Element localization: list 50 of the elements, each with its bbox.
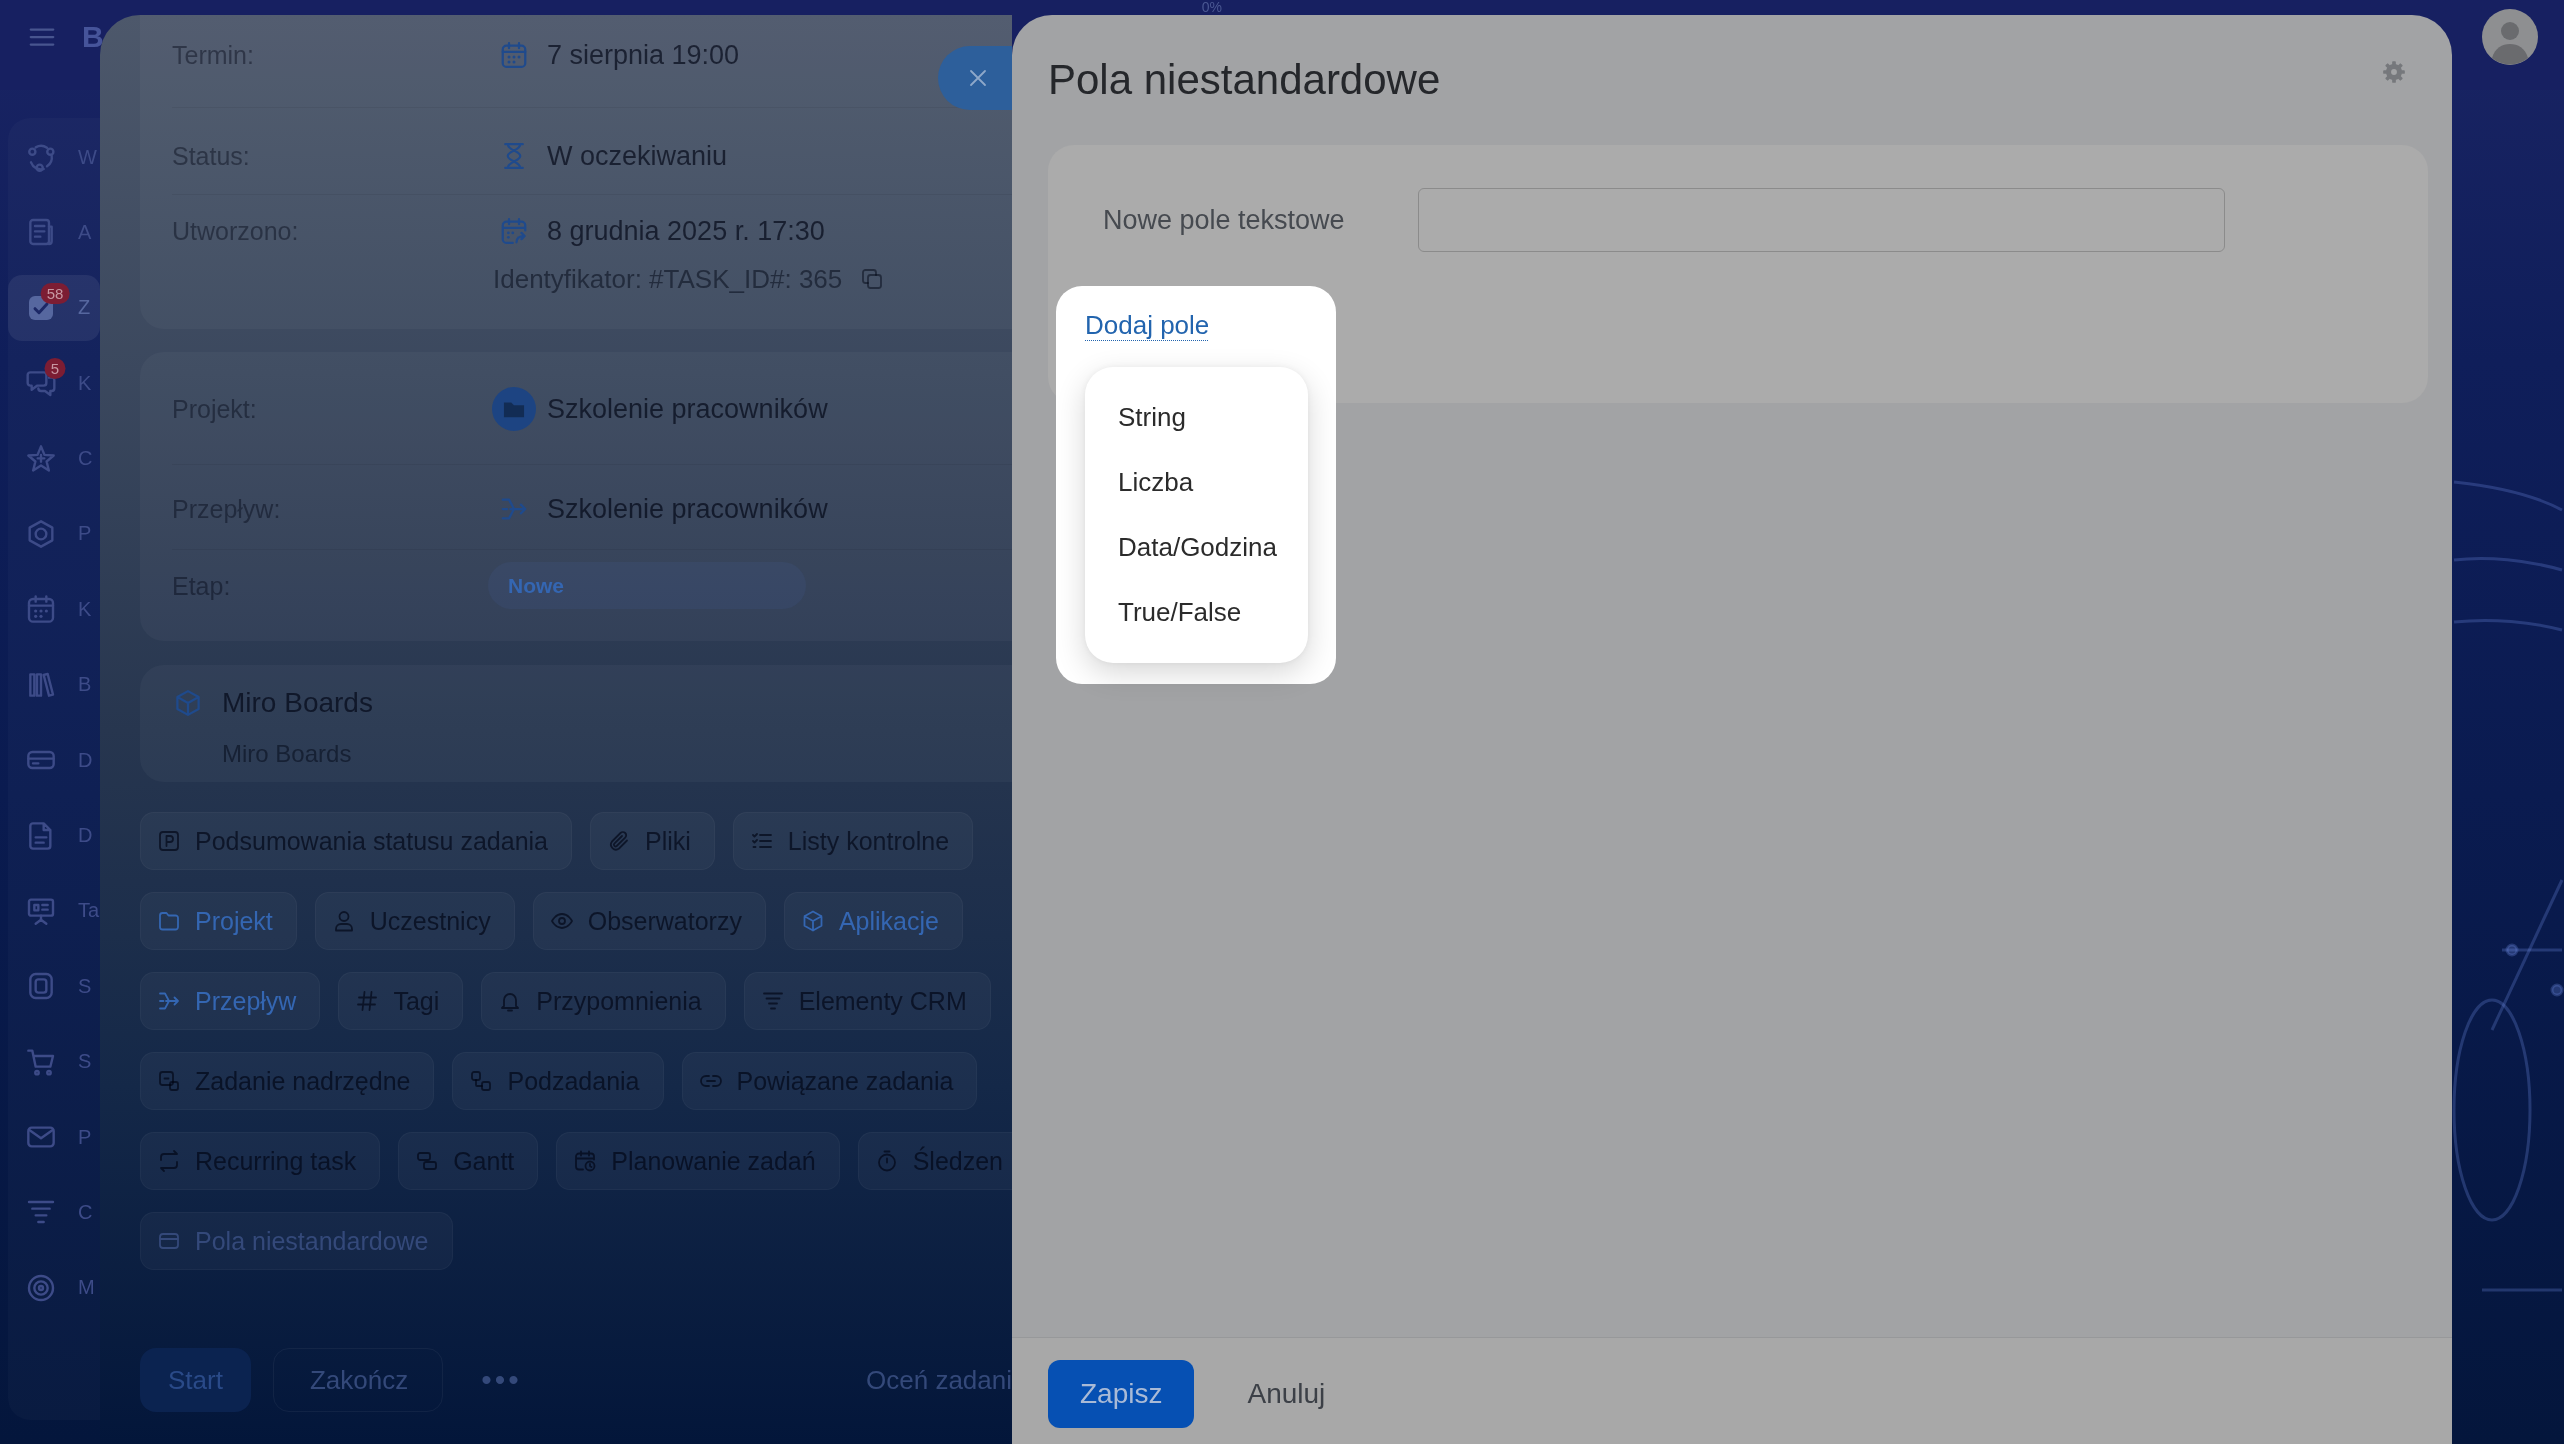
menu-item[interactable]: Liczba <box>1085 450 1308 515</box>
sidebar-item[interactable]: C <box>8 1179 100 1246</box>
close-button[interactable] <box>938 46 1012 110</box>
cancel-button[interactable]: Anuluj <box>1247 1360 1326 1428</box>
paperclip-icon <box>607 829 631 853</box>
stage-selector[interactable]: Nowe <box>488 562 806 609</box>
sidebar-item[interactable]: S <box>8 1028 100 1095</box>
hexagon-icon <box>25 517 57 550</box>
section-chip[interactable]: Przepływ <box>140 972 321 1030</box>
menu-item[interactable]: String <box>1085 385 1308 450</box>
notification-badge: 5 <box>44 358 66 380</box>
field-value: 7 sierpnia 19:00 <box>547 39 740 71</box>
p-square-icon <box>157 829 181 853</box>
gantt-icon <box>415 1149 440 1173</box>
calendar-icon <box>499 40 529 70</box>
sidebar-item[interactable]: P <box>8 1104 100 1171</box>
text-input[interactable] <box>1418 188 2225 252</box>
save-button[interactable]: Zapisz <box>1048 1360 1195 1428</box>
field-label: Nowe pole tekstowe <box>1103 204 1346 237</box>
sidebar-item[interactable]: S <box>8 953 100 1020</box>
parent-task-icon <box>157 1069 181 1093</box>
start-button[interactable]: Start <box>140 1348 251 1412</box>
user-avatar[interactable] <box>2482 9 2538 65</box>
repeat-icon <box>157 1149 181 1173</box>
sidebar-item[interactable]: M <box>8 1254 100 1321</box>
menu-item[interactable]: Data/Godzina <box>1085 515 1308 580</box>
settings-icon[interactable] <box>2381 59 2407 85</box>
section-chip[interactable]: Aplikacje <box>783 892 963 950</box>
calendar-icon <box>25 593 57 626</box>
menu-item[interactable]: True/False <box>1085 580 1308 645</box>
notification-badge: 58 <box>40 282 70 304</box>
hash-icon <box>355 989 380 1013</box>
logo-text: B <box>82 19 104 55</box>
add-field-link[interactable]: Dodaj pole <box>1085 309 1210 341</box>
folder-icon <box>157 909 181 933</box>
subtasks-icon <box>469 1069 494 1093</box>
calendar-arrow-icon <box>499 216 529 246</box>
cube-icon <box>173 688 203 718</box>
finish-button[interactable]: Zakończ <box>272 1348 444 1412</box>
sidebar-item[interactable]: Ta <box>8 877 100 944</box>
field-value: 8 grudnia 2025 r. 17:30 <box>547 215 825 247</box>
copy-icon[interactable] <box>860 267 885 291</box>
folder-icon <box>492 387 536 431</box>
more-button[interactable]: ••• <box>481 1363 522 1397</box>
calendar-clock-icon <box>573 1149 598 1173</box>
field-value: W oczekiwaniu <box>547 140 728 172</box>
section-chip[interactable]: Projekt <box>140 892 297 950</box>
dialog-title: Pola niestandardowe <box>1048 55 1441 105</box>
star-icon <box>25 442 57 475</box>
rate-task-link[interactable]: Oceń zadani <box>866 1364 1012 1396</box>
